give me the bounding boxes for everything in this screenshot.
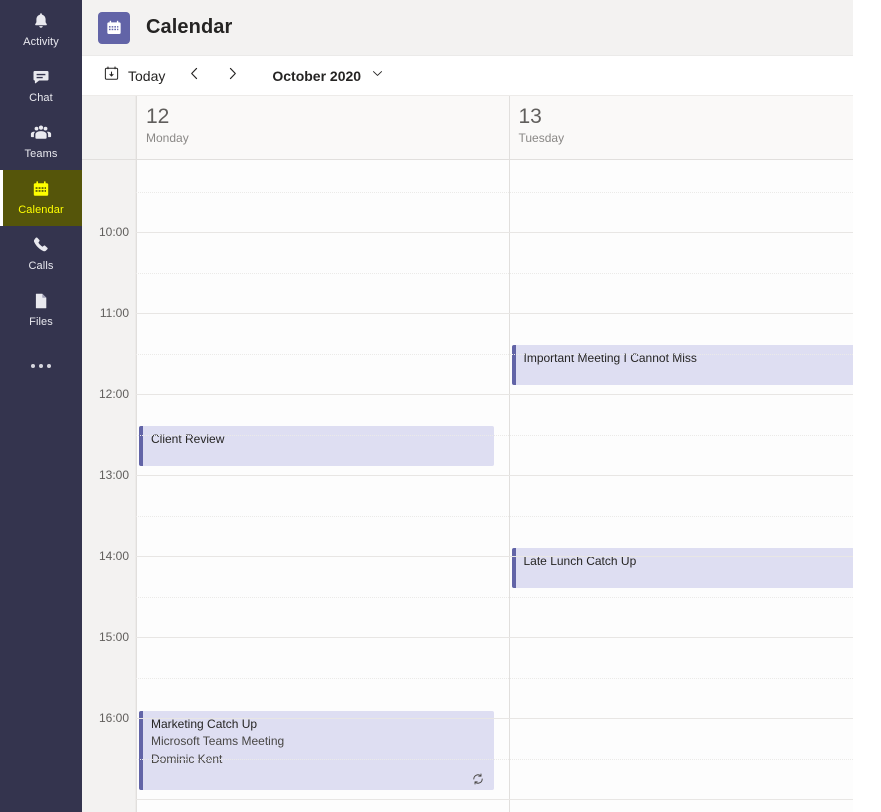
event-detail-line: Microsoft Teams Meeting [151,734,285,748]
today-button-label: Today [128,67,166,84]
day-name: Monday [146,131,189,145]
teams-icon [30,123,52,145]
half-hour-gridline [136,515,881,517]
calendar-event[interactable]: Marketing Catch Up Microsoft Teams Meetin… [139,711,494,790]
sidebar-item-teams[interactable]: Teams [0,114,82,170]
calendar-icon [31,179,51,201]
active-indicator [0,170,3,226]
calendar-event[interactable]: Late Lunch Catch Up [511,548,866,588]
page-title: Calendar [146,16,233,38]
sidebar-item-label: Calls [28,260,54,272]
hour-gridline [136,799,881,800]
time-label: 10:00 [98,225,129,239]
half-hour-gridline [136,191,881,193]
calendar-toolbar: Today October 2020 [82,56,881,96]
period-selector[interactable]: October 2020 [266,61,390,91]
app-rail: Activity Chat Teams Calendar Calls Files [0,0,82,812]
day-column-tuesday[interactable]: Important Meeting I Cannot Miss Late Lunc… [508,160,881,812]
next-period-button[interactable] [216,61,248,91]
event-title: Client Review [151,432,225,446]
time-label: 14:00 [98,549,129,563]
sidebar-item-label: Files [29,316,53,328]
chevron-left-icon [187,66,202,86]
sidebar-item-calendar[interactable]: Calendar [0,170,82,226]
phone-icon [31,235,51,257]
time-label: 16:00 [98,711,129,725]
sidebar-item-label: Chat [29,92,53,104]
sidebar-item-activity[interactable]: Activity [0,2,82,58]
time-label: 15:00 [98,630,129,644]
today-button[interactable]: Today [96,61,172,91]
calendar-event[interactable]: Important Meeting I Cannot Miss [511,345,866,385]
app-header: Calendar [82,0,881,56]
sidebar-item-label: Teams [24,148,58,160]
ellipsis-icon [31,364,51,368]
sidebar-item-label: Activity [23,36,59,48]
teams-calendar-app: Activity Chat Teams Calendar Calls Files… [0,0,881,812]
sidebar-item-chat[interactable]: Chat [0,58,82,114]
half-hour-gridline [136,758,881,760]
hour-gridline [136,313,881,314]
event-title: Important Meeting I Cannot Miss [523,351,697,365]
half-hour-gridline [136,353,881,355]
sidebar-item-calls[interactable]: Calls [0,226,82,282]
time-label: 12:00 [98,387,129,401]
day-header-tuesday[interactable]: 13 Tuesday [508,96,881,159]
hour-gridline [136,637,881,638]
day-header-monday[interactable]: 12 Monday [136,96,509,159]
day-header-gutter [82,96,136,159]
time-label: 11:00 [99,306,129,320]
sidebar-item-label: Calendar [18,204,64,216]
hour-gridline [136,394,881,395]
half-hour-gridline [136,434,881,436]
day-column-monday[interactable]: Client Review Marketing Catch Up Microsoft… [136,160,509,812]
calendar-app-icon [98,11,130,44]
column-right-pad [493,160,509,812]
bell-icon [31,11,51,33]
calendar-grid[interactable]: 10:00 11:00 12:00 13:00 14:00 15:00 16:00 Clie… [82,160,881,812]
day-columns: Client Review Marketing Catch Up Microsoft… [136,160,881,812]
day-number: 12 [146,105,170,128]
chat-icon [31,67,51,89]
half-hour-gridline [136,596,881,598]
sidebar-item-files[interactable]: Files [0,282,82,338]
previous-period-button[interactable] [178,61,210,91]
column-right-pad [866,160,881,812]
hour-gridline [136,475,881,476]
day-number: 13 [518,105,542,128]
hour-gridline [136,718,881,719]
half-hour-gridline [136,272,881,274]
chevron-right-icon [225,66,240,86]
time-gutter: 10:00 11:00 12:00 13:00 14:00 15:00 16:00 [82,160,136,812]
hour-gridline [136,556,881,557]
day-name: Tuesday [518,131,565,145]
recurring-icon [471,772,485,786]
half-hour-gridline [136,677,881,679]
calendar-today-icon [103,65,120,87]
day-header-row: 12 Monday 13 Tuesday [82,96,881,160]
time-label: 13:00 [98,468,129,482]
main-content: Calendar Today October 2020 12 Monday 13… [82,0,881,812]
file-icon [31,291,51,313]
period-label: October 2020 [272,67,362,84]
chevron-down-icon [371,67,384,85]
hour-gridline [136,232,881,233]
rail-more-options-button[interactable] [0,338,82,394]
calendar-event[interactable]: Client Review [139,426,494,466]
